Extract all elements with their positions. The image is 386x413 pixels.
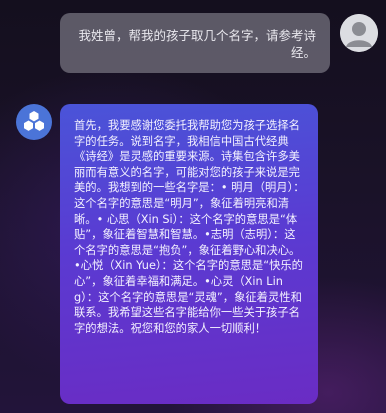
hexagon-cluster-icon: [24, 111, 44, 131]
user-message-text: 我姓曾，帮我的孩子取几个名字，请参考诗经。: [78, 28, 316, 60]
user-message-row: 我姓曾，帮我的孩子取几个名字，请参考诗经。: [0, 0, 386, 90]
assistant-message-bubble: 首先，我要感谢您委托我帮助您为孩子选择名字的任务。说到名字，我相信中国古代经典《…: [60, 104, 318, 404]
bot-avatar: [16, 104, 52, 140]
user-message-bubble: 我姓曾，帮我的孩子取几个名字，请参考诗经。: [60, 13, 330, 73]
assistant-message-text: 首先，我要感谢您委托我帮助您为孩子选择名字的任务。说到名字，我相信中国古代经典《…: [74, 119, 305, 335]
user-avatar: [340, 14, 378, 52]
user-silhouette-icon: [340, 14, 378, 52]
